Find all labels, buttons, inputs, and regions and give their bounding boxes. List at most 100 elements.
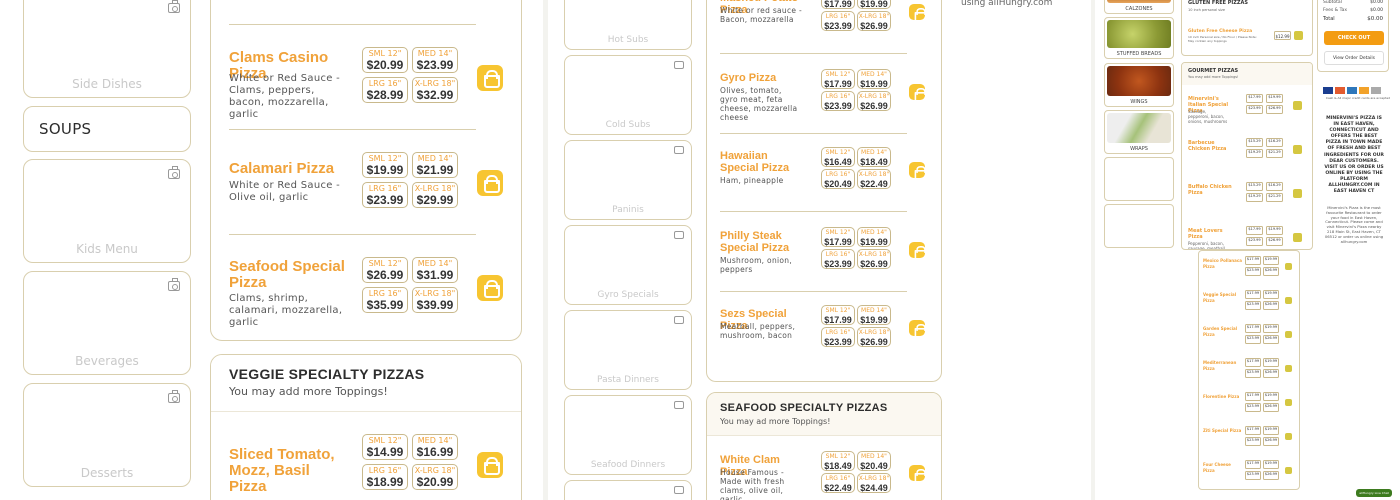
price-small[interactable]: SML 12"$17.99 — [821, 227, 855, 247]
price-large[interactable]: LRG 16" $28.99 — [362, 77, 408, 103]
price-small[interactable]: SML 12" $20.99 — [362, 47, 408, 73]
price-small[interactable]: SML 12" $16.49 — [821, 147, 855, 167]
price-large[interactable]: LRG 16" $20.49 — [821, 169, 855, 189]
price-medium[interactable]: MED 14" $21.99 — [412, 152, 458, 178]
price-box[interactable]: $17.99 — [1245, 460, 1261, 469]
add-to-cart-icon[interactable] — [909, 465, 928, 484]
category-wraps[interactable]: WRAPS — [1104, 110, 1174, 154]
price-large[interactable]: LRG 16" $23.99 — [821, 327, 855, 347]
add-to-cart-icon[interactable] — [1294, 31, 1303, 40]
price-box[interactable]: $19.99 — [1263, 392, 1279, 401]
price-box[interactable]: $26.99 — [1266, 105, 1283, 114]
price-xlarge[interactable]: X-LRG 18" $29.99 — [412, 182, 458, 208]
price-large[interactable]: LRG 16" $23.99 — [362, 182, 408, 208]
price-box[interactable]: $23.99 — [1246, 105, 1263, 114]
add-to-cart-icon[interactable] — [1285, 263, 1292, 270]
price-box[interactable]: $23.99 — [1245, 471, 1261, 480]
price-box[interactable]: $26.99 — [1263, 437, 1279, 446]
add-to-cart-icon[interactable] — [909, 4, 928, 23]
price-box[interactable]: $19.99 — [1263, 256, 1279, 265]
add-to-cart-icon[interactable] — [1293, 189, 1302, 198]
add-to-cart-icon[interactable] — [477, 65, 503, 91]
price-box[interactable]: $23.99 — [1245, 369, 1261, 378]
add-to-cart-icon[interactable] — [909, 162, 928, 181]
price-xlarge[interactable]: X-LRG 18" $32.99 — [412, 77, 458, 103]
category-paninis[interactable]: Paninis — [564, 140, 692, 220]
price-box[interactable]: $26.99 — [1263, 301, 1279, 310]
price-box[interactable]: $17.99 — [1245, 324, 1261, 333]
price-medium[interactable]: MED 14"$19.99 — [857, 69, 891, 89]
price-box[interactable]: $23.99 — [1246, 237, 1263, 246]
add-to-cart-icon[interactable] — [477, 275, 503, 301]
category-hot-subs[interactable]: Hot Subs — [564, 0, 692, 50]
price-box[interactable]: $19.99 — [1263, 426, 1279, 435]
price-xlarge[interactable]: X-LRG 18" $22.49 — [857, 169, 891, 189]
add-to-cart-icon[interactable] — [909, 84, 928, 103]
price-box[interactable]: $17.99 — [1245, 290, 1261, 299]
price-small[interactable]: SML 12"$17.99 — [821, 305, 855, 325]
add-to-cart-icon[interactable] — [1293, 101, 1302, 110]
category-kids-menu[interactable]: Kids Menu — [23, 159, 191, 263]
add-to-cart-icon[interactable] — [1285, 297, 1292, 304]
price-box[interactable]: $17.99 — [1245, 256, 1261, 265]
price-box[interactable]: $23.99 — [1245, 403, 1261, 412]
add-to-cart-icon[interactable] — [1293, 233, 1302, 242]
category-calzones[interactable]: CALZONES — [1104, 0, 1174, 14]
price-box[interactable]: $23.99 — [1245, 301, 1261, 310]
price-box[interactable]: $19.99 — [1263, 324, 1279, 333]
category-stuffed-breads[interactable]: STUFFED BREADS — [1104, 17, 1174, 59]
price-box[interactable]: $19.29 — [1246, 149, 1263, 158]
price-box[interactable]: $21.29 — [1266, 193, 1283, 202]
price-small[interactable]: SML 12" $18.49 — [821, 451, 855, 471]
add-to-cart-icon[interactable] — [1285, 467, 1292, 474]
category-gyro-specials[interactable]: Gyro Specials — [564, 225, 692, 305]
category-card[interactable] — [1104, 157, 1174, 201]
price-box[interactable]: $26.99 — [1263, 369, 1279, 378]
category-cold-subs[interactable]: Cold Subs — [564, 55, 692, 135]
price-large[interactable]: LRG 16" $23.99 — [821, 91, 855, 111]
add-to-cart-icon[interactable] — [1285, 365, 1292, 372]
price-xlarge[interactable]: X-LRG 18" $26.99 — [857, 327, 891, 347]
price-box[interactable]: $15.29 — [1246, 138, 1263, 147]
price-medium[interactable]: MED 14" $16.99 — [412, 434, 458, 460]
add-to-cart-icon[interactable] — [1285, 331, 1292, 338]
price-box[interactable]: $21.29 — [1266, 149, 1283, 158]
price-box[interactable]: $17.99 — [1246, 226, 1263, 235]
category-beverages[interactable]: Beverages — [23, 271, 191, 375]
price-box[interactable]: $26.99 — [1263, 335, 1279, 344]
category-side-dishes[interactable]: Side Dishes — [23, 0, 191, 98]
price-box[interactable]: $19.99 — [1263, 460, 1279, 469]
price-box[interactable]: $19.99 — [1263, 358, 1279, 367]
category-soups[interactable]: SOUPS — [23, 106, 191, 152]
price-xlarge[interactable]: X-LRG 18" $20.99 — [412, 464, 458, 490]
price-box[interactable]: $23.99 — [1245, 267, 1261, 276]
price-medium[interactable]: MED 14" $23.99 — [412, 47, 458, 73]
price-small[interactable]: SML 12" $14.99 — [362, 434, 408, 460]
price-small[interactable]: SML 12" $26.99 — [362, 257, 408, 283]
add-to-cart-icon[interactable] — [1285, 399, 1292, 406]
price-box[interactable]: $19.99 — [1266, 226, 1283, 235]
price-large[interactable]: LRG 16" $23.99 — [821, 249, 855, 269]
category-desserts[interactable]: Desserts — [23, 383, 191, 487]
price-small[interactable]: SML 12"$17.99 — [821, 69, 855, 89]
price-box[interactable]: $26.99 — [1263, 471, 1279, 480]
price-box[interactable]: $19.29 — [1246, 193, 1263, 202]
price-large[interactable]: LRG 16" $35.99 — [362, 287, 408, 313]
price-box[interactable]: $17.99 — [1246, 94, 1263, 103]
price-box[interactable]: $19.99 — [1266, 94, 1283, 103]
price-box[interactable]: $23.99 — [1245, 335, 1261, 344]
price-small[interactable]: SML 12" $19.99 — [362, 152, 408, 178]
add-to-cart-icon[interactable] — [477, 170, 503, 196]
price-box[interactable]: $17.99 — [1245, 392, 1261, 401]
add-to-cart-icon[interactable] — [1285, 433, 1292, 440]
price-box[interactable]: $17.99 — [1245, 426, 1261, 435]
price-medium[interactable]: MED 14" $18.49 — [857, 147, 891, 167]
price[interactable]: $12.99 — [1274, 31, 1291, 40]
price-box[interactable]: $17.99 — [1245, 358, 1261, 367]
price-medium[interactable]: MED 14" $31.99 — [412, 257, 458, 283]
price-box[interactable]: $19.99 — [1263, 290, 1279, 299]
price-large[interactable]: LRG 16" $22.49 — [821, 473, 855, 493]
price-box[interactable]: $16.29 — [1266, 182, 1283, 191]
category-seafood-dinners[interactable]: Seafood Dinners — [564, 395, 692, 475]
price-small[interactable]: SML 12"$17.99 — [821, 0, 855, 9]
